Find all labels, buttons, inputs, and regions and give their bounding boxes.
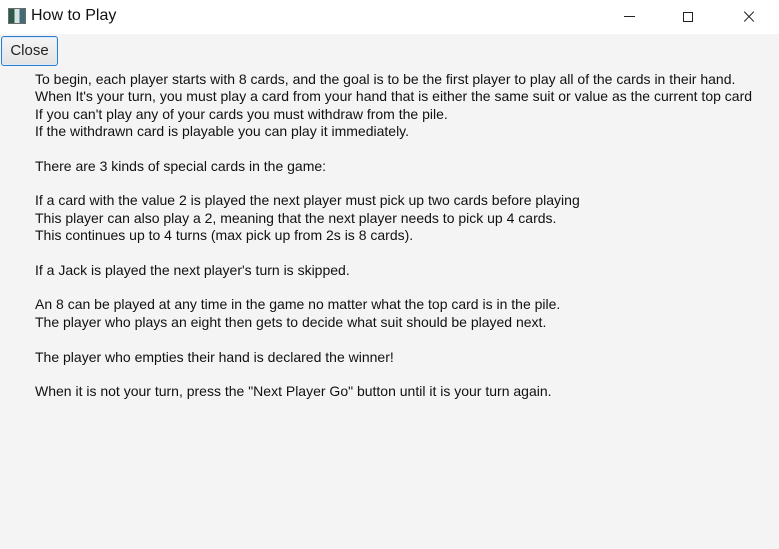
content-area: Close To begin, each player starts with … — [0, 34, 779, 549]
instruction-line: To begin, each player starts with 8 card… — [35, 71, 736, 87]
instruction-line: When it is not your turn, press the "Nex… — [35, 383, 552, 400]
instruction-line: The player who empties their hand is dec… — [35, 348, 394, 365]
instruction-line: When It's your turn, you must play a car… — [35, 88, 753, 105]
title-bar: How to Play × — [0, 0, 779, 34]
close-icon: × — [740, 4, 758, 28]
instruction-line: There are 3 kinds of special cards in th… — [35, 157, 327, 174]
maximize-icon — [683, 12, 693, 22]
instruction-line: This player can also play a 2, meaning t… — [35, 209, 557, 226]
minimize-button[interactable] — [606, 0, 652, 34]
window-title: How to Play — [31, 7, 117, 24]
instruction-line: An 8 can be played at any time in the ga… — [35, 296, 561, 313]
instructions-text: To begin, each player starts with 8 card… — [35, 71, 779, 401]
window-close-button[interactable]: × — [726, 0, 772, 34]
instruction-line: This continues up to 4 turns (max pick u… — [35, 227, 414, 244]
instruction-line: If a card with the value 2 is played the… — [35, 192, 580, 209]
close-button[interactable]: Close — [1, 36, 58, 66]
application-icon — [8, 8, 26, 24]
instruction-line: If a Jack is played the next player's tu… — [35, 261, 350, 278]
maximize-button[interactable] — [665, 0, 711, 34]
instruction-line: If you can't play any of your cards you … — [35, 105, 448, 122]
minimize-icon — [623, 15, 635, 17]
instruction-line: The player who plays an eight then gets … — [35, 313, 547, 330]
how-to-play-window: How to Play × Close To begin, each playe… — [0, 0, 779, 549]
instruction-line: If the withdrawn card is playable you ca… — [35, 123, 410, 140]
